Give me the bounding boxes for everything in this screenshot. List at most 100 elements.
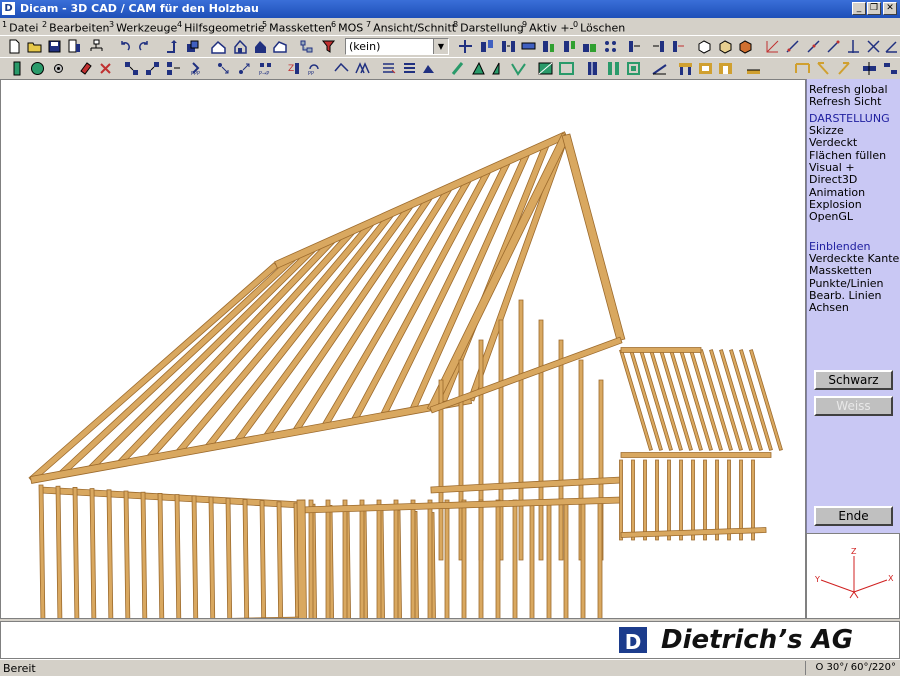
chevron-down-icon[interactable]: ▼ [433,39,448,54]
stud-pair-icon[interactable] [606,61,621,76]
wall-lines-icon[interactable] [381,61,396,76]
stud-column-icon[interactable] [585,61,600,76]
perpendicular-icon[interactable] [846,39,861,54]
rafter-slash-icon[interactable] [450,61,465,76]
delete-cross-icon[interactable] [866,39,881,54]
roof-shape-icon[interactable] [211,39,226,54]
cube-hatched-icon[interactable] [718,39,733,54]
offset-icon[interactable] [883,61,898,76]
circle-element-icon[interactable] [30,61,45,76]
close-button[interactable]: ✕ [883,2,897,15]
menu-werkzeuge[interactable]: 3 Werkzeuge [109,20,177,35]
cube-wood-icon[interactable] [738,39,753,54]
gear-icon[interactable] [51,61,66,76]
line-end-point-icon[interactable] [826,39,841,54]
cad-viewport[interactable] [0,79,806,619]
redo-icon[interactable] [137,39,152,54]
slope-chart-icon[interactable] [652,61,667,76]
beam-split-icon[interactable] [501,39,516,54]
ppp-rotate-icon[interactable]: PP [307,61,322,76]
new-file-icon[interactable] [7,39,22,54]
rafter-v-icon[interactable] [511,61,526,76]
menu-hilfsgeometrie[interactable]: 4 Hilfsgeometrie [177,20,265,35]
minimize-button[interactable]: _ [852,2,866,15]
post-element-icon[interactable] [9,61,24,76]
beam-shorten-icon[interactable] [562,39,577,54]
chain-dim-left-icon[interactable] [816,61,831,76]
node-connect-icon[interactable] [145,61,160,76]
panel-frame-icon[interactable] [559,61,574,76]
command-line[interactable]: D Dietrich’s AG [0,621,900,659]
dots-grid-icon[interactable] [603,39,618,54]
restore-button[interactable]: ❐ [867,2,881,15]
menu-darstellung[interactable]: 8 Darstellung [453,20,524,35]
lintel-icon[interactable] [678,61,693,76]
level-bar-icon[interactable] [862,61,877,76]
network-icon[interactable] [89,39,104,54]
angle-icon[interactable] [884,39,899,54]
chain-dim-right-icon[interactable] [836,61,851,76]
beam-right-icon[interactable] [651,39,666,54]
beam-align-icon[interactable] [582,39,597,54]
menu-ansicht-schnitt[interactable]: 7 Ansicht/Schnitt [366,20,456,35]
rafter-half-icon[interactable] [491,61,506,76]
wall-rows-icon[interactable] [402,61,417,76]
menu-loeschen[interactable]: 0 Löschen [573,20,625,35]
house-perspective-icon[interactable] [273,39,288,54]
point-transfer-icon[interactable]: P→P [258,61,273,76]
node-split-icon[interactable] [166,61,181,76]
roof-select-icon[interactable] [334,61,349,76]
save-icon[interactable] [47,39,62,54]
door-opening-icon[interactable] [718,61,733,76]
panel-diagonal-icon[interactable] [538,61,553,76]
layer-filter-icon[interactable] [321,39,336,54]
gable-icon[interactable] [355,61,370,76]
menu-bearbeiten[interactable]: 2 Bearbeiten [42,20,110,35]
beam-lengthen-icon[interactable] [541,39,556,54]
show-option-dimensions[interactable]: Massketten [809,264,872,277]
beam-join-icon[interactable] [521,39,536,54]
show-option-axes[interactable]: Achsen [809,301,849,314]
window-opening-icon[interactable] [698,61,713,76]
print-preview-icon[interactable] [67,39,82,54]
point-copy-icon[interactable] [237,61,252,76]
node-move-icon[interactable] [124,61,139,76]
layer-select[interactable]: (kein) ▼ [345,38,449,55]
cube-outline-icon[interactable] [697,39,712,54]
chain-dim-icon[interactable] [795,61,810,76]
beam-left-icon[interactable] [671,39,686,54]
menu-mos[interactable]: 6 MOS [331,20,363,35]
line-through-point-icon[interactable] [806,39,821,54]
black-background-button[interactable]: Schwarz [814,370,893,390]
menu-aktiv[interactable]: 9 Aktiv +- [522,20,574,35]
arrow-right-beam-icon[interactable] [627,39,642,54]
eraser-element-icon[interactable] [78,61,93,76]
beam-connect-icon[interactable] [480,39,495,54]
display-option-direct3d[interactable]: Direct3D [809,173,857,186]
move-up-icon[interactable] [165,39,180,54]
menu-massketten[interactable]: 5 Massketten [262,20,332,35]
arrow-roof-icon[interactable] [421,61,436,76]
ppp-move-icon[interactable]: PPP [190,61,205,76]
open-folder-icon[interactable] [27,39,42,54]
white-background-button[interactable]: Weiss [814,396,893,416]
copy-element-icon[interactable] [185,39,200,54]
end-button[interactable]: Ende [814,506,893,526]
crosshair-icon[interactable] [458,39,473,54]
line-diagonal-icon[interactable] [785,39,800,54]
sill-icon[interactable] [746,61,761,76]
layer-tree-icon[interactable] [299,39,314,54]
delete-element-icon[interactable] [98,61,113,76]
undo-icon[interactable] [117,39,132,54]
z-axis-icon[interactable]: Z [286,61,301,76]
display-option-opengl[interactable]: OpenGL [809,210,853,223]
rafter-triangle-icon[interactable] [471,61,486,76]
menu-datei[interactable]: 1 Datei [2,20,38,35]
refresh-view-link[interactable]: Refresh Sicht [809,95,881,108]
axis-cross-icon[interactable] [765,39,780,54]
house-outline-icon[interactable] [233,39,248,54]
square-frame-icon[interactable] [626,61,641,76]
house-filled-icon[interactable] [253,39,268,54]
point-move-icon[interactable] [216,61,231,76]
display-option-hidden[interactable]: Verdeckt [809,136,857,149]
